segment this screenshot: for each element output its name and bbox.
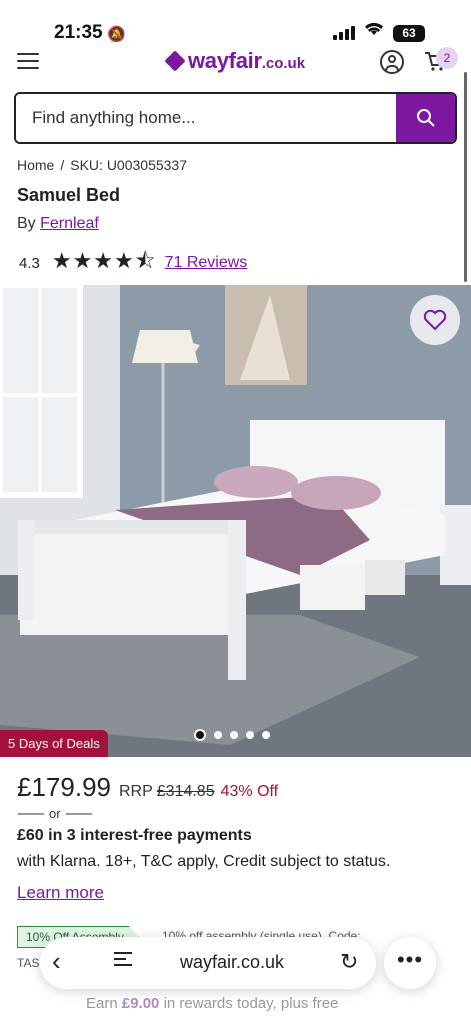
- logo-suffix: .co.uk: [261, 54, 306, 72]
- gallery-dot[interactable]: [246, 731, 254, 739]
- cellular-signal-icon: [333, 26, 355, 40]
- gallery-dot[interactable]: [230, 731, 238, 739]
- cart-count-badge[interactable]: 2: [436, 47, 458, 69]
- breadcrumb-separator: /: [60, 157, 65, 173]
- rewards-suffix: in rewards today, plus free: [163, 995, 339, 1012]
- heart-icon: [423, 309, 447, 331]
- or-text: or: [49, 806, 61, 821]
- klarna-terms: with Klarna. 18+, T&C apply, Credit subj…: [17, 853, 391, 870]
- back-arrow-icon[interactable]: ‹: [52, 948, 61, 974]
- gallery-dot[interactable]: [262, 731, 270, 739]
- rrp-value: £314.85: [156, 783, 215, 800]
- more-options-button[interactable]: •••: [384, 937, 436, 989]
- discount-text: 43% Off: [220, 783, 279, 800]
- rating-value: 4.3: [19, 254, 40, 272]
- deal-badge: 5 Days of Deals: [0, 730, 108, 757]
- breadcrumb: Home / SKU: U003055337: [17, 157, 187, 173]
- browser-url[interactable]: wayfair.co.uk: [180, 952, 284, 973]
- logo-mark-icon: [164, 49, 186, 72]
- rewards-prefix: Earn: [86, 995, 118, 1012]
- wayfair-logo[interactable]: wayfair .co.uk: [164, 48, 306, 74]
- by-label: By: [17, 215, 36, 232]
- rewards-amount: £9.00: [121, 995, 160, 1012]
- gallery-dot[interactable]: [214, 731, 222, 739]
- rewards-text: Earn £9.00 in rewards today, plus free: [86, 995, 338, 1012]
- product-rating: 4.3 ★★★★⯪ 71 Reviews: [19, 244, 247, 282]
- silent-bell-icon: 🔕: [107, 26, 126, 43]
- gallery-dot[interactable]: [194, 729, 206, 741]
- status-time: 21:35: [54, 22, 103, 43]
- reviews-link[interactable]: 71 Reviews: [165, 254, 248, 272]
- brand-link[interactable]: Fernleaf: [40, 215, 99, 232]
- search-bar: [14, 92, 457, 144]
- price-row: £179.99 RRP £314.85 43% Off: [17, 772, 278, 803]
- search-input[interactable]: [16, 94, 396, 142]
- browser-address-bar: ‹ wayfair.co.uk ↻: [40, 937, 376, 989]
- reload-icon[interactable]: ↻: [340, 949, 358, 975]
- star-rating-icon: ★★★★⯪: [51, 248, 157, 273]
- site-header: wayfair .co.uk 2: [0, 44, 471, 82]
- product-byline: By Fernleaf: [17, 215, 99, 233]
- learn-more-link[interactable]: Learn more: [17, 883, 104, 903]
- wifi-icon: [364, 21, 384, 42]
- page-scrollbar[interactable]: [464, 72, 467, 282]
- sale-price: £179.99: [17, 772, 111, 802]
- favorite-button[interactable]: [410, 295, 460, 345]
- search-icon: [416, 109, 435, 127]
- breadcrumb-sku: SKU: U003055337: [70, 157, 188, 173]
- installment-text: £60 in 3 interest-free payments: [17, 827, 252, 844]
- account-icon[interactable]: [380, 50, 404, 74]
- rrp-label: RRP: [118, 783, 153, 800]
- product-image-gallery[interactable]: 5 Days of Deals: [0, 285, 471, 757]
- menu-icon[interactable]: [17, 53, 39, 69]
- breadcrumb-home[interactable]: Home: [17, 157, 54, 173]
- or-divider: or: [18, 806, 92, 821]
- assembly-code: TAS: [17, 956, 40, 970]
- logo-text: wayfair: [188, 48, 262, 73]
- reader-mode-icon[interactable]: [114, 952, 132, 972]
- gallery-pagination: [194, 729, 270, 741]
- battery-icon: 63: [393, 25, 425, 42]
- bed-product-image: [0, 285, 471, 757]
- product-title: Samuel Bed: [17, 185, 121, 205]
- search-button[interactable]: [396, 94, 455, 142]
- status-bar: 21:35 🔕 63: [0, 0, 471, 44]
